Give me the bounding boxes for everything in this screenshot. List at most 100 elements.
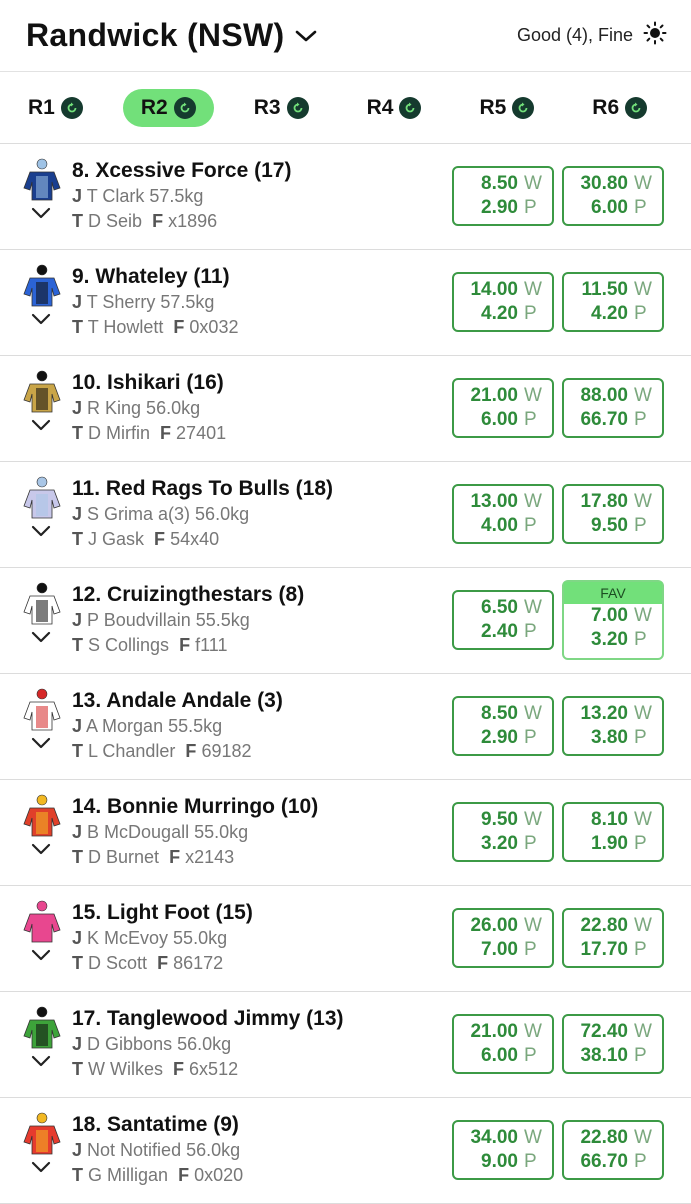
form-prefix: F — [178, 1165, 190, 1185]
fav-odds-button[interactable]: FAV 7.00 W 3.20 P — [562, 580, 664, 660]
expand-chevron-icon[interactable] — [30, 418, 52, 437]
chevron-down-icon — [294, 28, 318, 44]
tab-r6[interactable]: R6 — [574, 89, 665, 127]
win-label: W — [634, 605, 652, 626]
runner-row[interactable]: 13. Andale Andale (3) J A Morgan 55.5kg T … — [0, 674, 691, 780]
win-odds: 8.10 W — [591, 808, 652, 832]
runner-row[interactable]: 18. Santatime (9) J Not Notified 56.0kg T … — [0, 1098, 691, 1204]
place-odds-value: 3.20 — [591, 629, 628, 650]
tab-r7[interactable]: R7 — [687, 89, 691, 127]
form-prefix: F — [154, 529, 166, 549]
runner-row[interactable]: 15. Light Foot (15) J K McEvoy 55.0kg T D … — [0, 886, 691, 992]
venue-title: Randwick (NSW) — [26, 17, 285, 53]
odds-button[interactable]: 8.10 W 1.90 P — [562, 802, 664, 862]
place-label: P — [634, 939, 647, 960]
odds-button[interactable]: 17.80 W 9.50 P — [562, 484, 664, 544]
odds-button[interactable]: 14.00 W 4.20 P — [452, 272, 554, 332]
jockey-prefix: J — [72, 398, 83, 418]
trainer-line: T S Collings F f111 — [72, 633, 304, 658]
runner-row[interactable]: 11. Red Rags To Bulls (18) J S Grima a(3)… — [0, 462, 691, 568]
win-odds-value: 8.10 — [591, 809, 628, 830]
win-odds-value: 8.50 — [481, 703, 518, 724]
win-odds-value: 88.00 — [580, 385, 628, 406]
expand-chevron-icon[interactable] — [30, 1160, 52, 1179]
win-label: W — [524, 385, 542, 406]
place-odds-value: 2.90 — [481, 197, 518, 218]
expand-chevron-icon[interactable] — [30, 948, 52, 967]
trainer-prefix: T — [72, 1059, 83, 1079]
tab-r2[interactable]: R2 — [122, 88, 214, 127]
tab-r4[interactable]: R4 — [349, 89, 440, 127]
win-label: W — [524, 703, 542, 724]
runner-name: 18. Santatime (9) — [72, 1113, 239, 1136]
runner-row[interactable]: 17. Tanglewood Jimmy (13) J D Gibbons 56.… — [0, 992, 691, 1098]
runner-row[interactable]: 10. Ishikari (16) J R King 56.0kg T D Mirf… — [0, 356, 691, 462]
runner-row[interactable]: 8. Xcessive Force (17) J T Clark 57.5kg T … — [0, 144, 691, 250]
replay-icon — [60, 96, 83, 119]
tab-r1[interactable]: R1 — [10, 89, 101, 127]
runner-name: 12. Cruizingthestars (8) — [72, 583, 305, 606]
odds-button[interactable]: 8.50 W 2.90 P — [452, 696, 554, 756]
odds-button[interactable]: 9.50 W 3.20 P — [452, 802, 554, 862]
place-odds-value: 7.00 — [481, 939, 518, 960]
sun-icon — [643, 21, 667, 50]
odds-button[interactable]: 34.00 W 9.00 P — [452, 1120, 554, 1180]
odds-button[interactable]: 11.50 W 4.20 P — [562, 272, 664, 332]
form-text: x1896 — [168, 211, 218, 231]
odds-button[interactable]: 22.80 W 17.70 P — [562, 908, 664, 968]
expand-chevron-icon[interactable] — [30, 206, 52, 225]
place-odds: 2.40 P — [481, 620, 538, 644]
tab-label: R5 — [479, 95, 507, 119]
runner-info: 12. Cruizingthestars (8) J P Boudvillain … — [72, 582, 304, 658]
form-text: 6x512 — [189, 1059, 239, 1079]
win-label: W — [524, 1021, 542, 1042]
expand-chevron-icon[interactable] — [30, 312, 52, 331]
runner-row[interactable]: 9. Whateley (11) J T Sherry 57.5kg T T How… — [0, 250, 691, 356]
expand-chevron-icon[interactable] — [30, 524, 52, 543]
win-odds: 22.80 W — [580, 914, 651, 938]
expand-chevron-icon[interactable] — [30, 1054, 52, 1073]
place-label: P — [634, 515, 647, 536]
form-prefix: F — [179, 635, 191, 655]
runner-row[interactable]: 14. Bonnie Murringo (10) J B McDougall 55… — [0, 780, 691, 886]
trainer-text: G Milligan — [88, 1165, 169, 1185]
jockey-line: J Not Notified 56.0kg — [72, 1138, 243, 1163]
form-prefix: F — [160, 423, 172, 443]
win-odds: 21.00 W — [470, 384, 542, 408]
runner-row[interactable]: 12. Cruizingthestars (8) J P Boudvillain … — [0, 568, 691, 674]
odds-button[interactable]: 21.00 W 6.00 P — [452, 378, 554, 438]
place-odds-value: 4.00 — [481, 515, 518, 536]
trainer-prefix: T — [72, 317, 83, 337]
place-label: P — [634, 1151, 647, 1172]
win-odds: 17.80 W — [580, 490, 651, 514]
odds-button[interactable]: 30.80 W 6.00 P — [562, 166, 664, 226]
runner-info: 15. Light Foot (15) J K McEvoy 55.0kg T D … — [72, 900, 253, 976]
odds-button[interactable]: 13.20 W 3.80 P — [562, 696, 664, 756]
odds-button[interactable]: 22.80 W 66.70 P — [562, 1120, 664, 1180]
form-text: f111 — [195, 635, 228, 655]
win-odds-value: 72.40 — [580, 1021, 628, 1042]
odds-button[interactable]: 72.40 W 38.10 P — [562, 1014, 664, 1074]
odds-button[interactable]: 8.50 W 2.90 P — [452, 166, 554, 226]
form-text: x2143 — [185, 847, 235, 867]
tab-label: R6 — [592, 95, 620, 119]
venue-selector[interactable]: Randwick (NSW) — [26, 17, 318, 54]
expand-chevron-icon[interactable] — [30, 842, 52, 861]
place-odds-value: 66.70 — [580, 409, 628, 430]
runner-name: 15. Light Foot (15) — [72, 901, 253, 924]
conditions-text: Good (4), Fine — [516, 25, 633, 45]
trainer-text: D Scott — [88, 953, 148, 973]
expand-chevron-icon[interactable] — [30, 630, 52, 649]
win-odds-value: 7.00 — [591, 605, 628, 626]
jockey-line: J T Clark 57.5kg — [72, 184, 291, 209]
tab-r3[interactable]: R3 — [236, 89, 327, 127]
odds-button[interactable]: 88.00 W 66.70 P — [562, 378, 664, 438]
expand-chevron-icon[interactable] — [30, 736, 52, 755]
tab-r5[interactable]: R5 — [461, 89, 552, 127]
race-tabs: R1 R2 R3 R4 R5 R6 R7 — [0, 72, 691, 144]
odds-button[interactable]: 21.00 W 6.00 P — [452, 1014, 554, 1074]
odds-button[interactable]: 26.00 W 7.00 P — [452, 908, 554, 968]
place-odds: 4.20 P — [591, 302, 648, 326]
odds-button[interactable]: 13.00 W 4.00 P — [452, 484, 554, 544]
odds-button[interactable]: 6.50 W 2.40 P — [452, 590, 554, 650]
